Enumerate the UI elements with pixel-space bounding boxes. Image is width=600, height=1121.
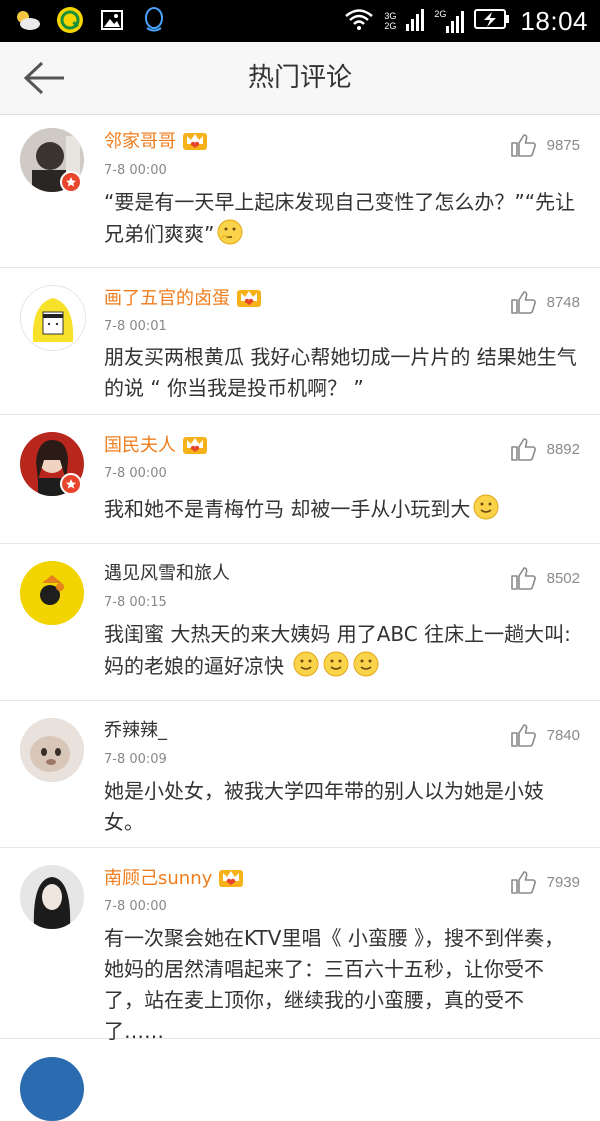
like-count: 9875	[546, 136, 580, 154]
like-button[interactable]: 8748	[510, 290, 580, 314]
comment-time: 7-8 00:15	[104, 595, 167, 610]
comment-item: 乔辣辣_ 7-8 00:09 7840 她是小处女，被我大学四年带的别人以为她是…	[0, 701, 600, 848]
like-count: 8748	[546, 293, 580, 311]
like-button[interactable]: 9875	[510, 133, 580, 157]
comment-list: 邻家哥哥 7-8 00:00 9875 “要是有一天早上起床发现自己变性了怎么办…	[0, 115, 600, 1121]
avatar[interactable]	[20, 718, 84, 782]
battery-icon	[474, 8, 510, 34]
thumbs-up-icon	[510, 871, 536, 894]
thinking-emoji-icon	[216, 218, 244, 255]
verified-badge-icon	[60, 473, 82, 495]
username-text: 南顾己sunny	[104, 868, 213, 889]
smile-emoji-icon	[352, 650, 380, 687]
weather-icon	[14, 6, 42, 34]
vip-crown-icon	[236, 286, 262, 315]
wifi-icon	[344, 7, 374, 35]
comment-text: 她是小处女，被我大学四年带的别人以为她是小妓女。	[104, 779, 544, 834]
network-label-2g: 2G	[384, 21, 397, 31]
like-button[interactable]: 7840	[510, 723, 580, 747]
clock: 18:04	[520, 5, 588, 36]
comment-text: 我和她不是青梅竹马 却被一手从小玩到大	[104, 493, 582, 530]
vip-crown-icon	[218, 866, 244, 895]
username-text: 邻家哥哥	[104, 131, 176, 152]
vip-crown-icon	[182, 129, 208, 158]
username[interactable]: 邻家哥哥	[104, 129, 208, 158]
comment-item: 南顾己sunny 7-8 00:00 7939 有一次聚会她在KTV里唱《 小蛮…	[0, 848, 600, 1043]
comment-text: “要是有一天早上起床发现自己变性了怎么办？”“先让兄弟们爽爽”	[104, 187, 582, 255]
thumbs-up-icon	[510, 438, 536, 461]
page-title: 热门评论	[247, 63, 352, 93]
qq-icon	[140, 6, 168, 34]
username[interactable]: 遇见风雪和旅人	[104, 562, 230, 586]
username-text: 遇见风雪和旅人	[104, 563, 230, 584]
comment-item: 邻家哥哥 7-8 00:00 9875 “要是有一天早上起床发现自己变性了怎么办…	[0, 115, 600, 268]
comment-item: 遇见风雪和旅人 7-8 00:15 8502 我闺蜜 大热天的来大姨妈 用了AB…	[0, 544, 600, 701]
gallery-icon	[98, 6, 126, 34]
verified-badge-icon	[60, 171, 82, 193]
username[interactable]: 国民夫人	[104, 433, 208, 462]
username[interactable]: 南顾己sunny	[104, 866, 244, 895]
username-text: 国民夫人	[104, 435, 176, 456]
like-button[interactable]: 7939	[510, 870, 580, 894]
comment-text: 我闺蜜 大热天的来大姨妈 用了ABC 往床上一趟大叫:妈的老娘的逼好凉快	[104, 619, 582, 687]
comment-item: 画了五官的卤蛋 7-8 00:01 8748 朋友买两根黄瓜 我好心帮她切成一片…	[0, 268, 600, 415]
music-app-icon	[56, 6, 84, 34]
thumbs-up-icon	[510, 291, 536, 314]
thumbs-up-icon	[510, 724, 536, 747]
comment-item-partial	[0, 1039, 600, 1121]
network-type: 3G 2G	[384, 11, 396, 31]
smile-emoji-icon	[292, 650, 320, 687]
comment-text: 朋友买两根黄瓜 我好心帮她切成一片片的 结果她生气的说 “ 你当我是投币机啊？ …	[104, 345, 577, 400]
like-count: 8892	[546, 440, 580, 458]
like-count: 7939	[546, 873, 580, 891]
like-button[interactable]: 8892	[510, 437, 580, 461]
comment-time: 7-8 00:00	[104, 466, 167, 481]
comment-text: 有一次聚会她在KTV里唱《 小蛮腰 》，搜不到伴奏，她妈的居然清唱起来了：三百六…	[104, 926, 565, 1043]
comment-time: 7-8 00:00	[104, 163, 167, 178]
like-count: 7840	[546, 726, 580, 744]
comment-text-content: 我和她不是青梅竹马 却被一手从小玩到大	[104, 497, 471, 521]
smile-emoji-icon	[322, 650, 350, 687]
avatar[interactable]	[20, 285, 86, 351]
smile-emoji-icon	[472, 493, 500, 530]
username[interactable]: 乔辣辣_	[104, 719, 167, 743]
status-bar: 3G 2G 2G 18:04	[0, 0, 600, 42]
comment-time: 7-8 00:00	[104, 899, 167, 914]
comment-time: 7-8 00:01	[104, 319, 167, 334]
thumbs-up-icon	[510, 567, 536, 590]
thumbs-up-icon	[510, 134, 536, 157]
network-label-3g: 3G	[384, 11, 397, 21]
signal-icon	[406, 7, 425, 35]
avatar[interactable]	[20, 561, 84, 625]
username-text: 乔辣辣_	[104, 720, 167, 741]
vip-crown-icon	[182, 433, 208, 462]
username[interactable]: 画了五官的卤蛋	[104, 286, 262, 315]
username-text: 画了五官的卤蛋	[104, 288, 230, 309]
avatar[interactable]	[20, 865, 84, 929]
like-button[interactable]: 8502	[510, 566, 580, 590]
comment-item: 国民夫人 7-8 00:00 8892 我和她不是青梅竹马 却被一手从小玩到大	[0, 415, 600, 544]
comment-time: 7-8 00:09	[104, 752, 167, 767]
network-label-2: 2G	[434, 9, 447, 19]
signal2-icon	[446, 11, 465, 33]
comment-text-content: “要是有一天早上起床发现自己变性了怎么办？”“先让兄弟们爽爽”	[104, 190, 576, 246]
top-nav-bar: 热门评论	[0, 42, 600, 115]
like-count: 8502	[546, 569, 580, 587]
signal2-group: 2G	[434, 9, 465, 33]
